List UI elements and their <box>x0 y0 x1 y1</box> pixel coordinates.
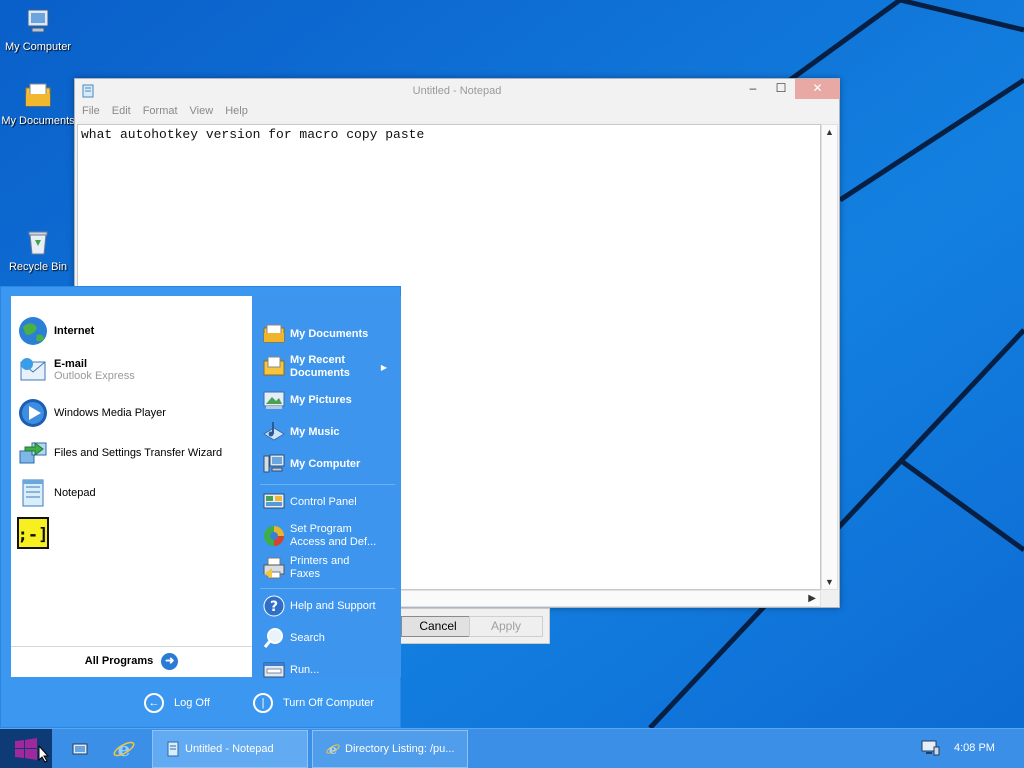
places-separator <box>260 484 395 485</box>
desktop-icon-my-documents[interactable]: My Documents <box>0 80 76 127</box>
media-player-icon <box>19 399 47 427</box>
email-icon <box>20 358 46 381</box>
start-menu-places-pane: My Documents My Recent Documents ▶ My Pi… <box>252 296 401 678</box>
search-icon <box>263 628 283 648</box>
notepad-title-bar[interactable]: Untitled - Notepad – ☐ ✕ <box>75 79 840 103</box>
scroll-down-icon[interactable]: ▼ <box>825 577 834 587</box>
help-icon: ? <box>263 595 285 617</box>
cancel-button[interactable]: Cancel <box>401 616 475 637</box>
start-item-internet[interactable]: Internet <box>17 314 247 348</box>
my-documents-icon <box>263 324 285 343</box>
svg-text:e: e <box>118 737 131 761</box>
internet-globe-icon <box>19 317 47 345</box>
svg-text:?: ? <box>270 599 278 615</box>
start-right-my-computer[interactable]: My Computer <box>262 450 397 478</box>
start-menu-footer: ← Log Off | Turn Off Computer <box>1 679 402 727</box>
notepad-menu-bar: File Edit Format View Help <box>75 103 839 121</box>
my-music-icon <box>263 422 285 441</box>
start-right-printers-faxes[interactable]: Printers and Faxes <box>262 553 397 583</box>
windows-logo-icon <box>15 738 37 760</box>
start-right-recent-documents[interactable]: My Recent Documents ▶ <box>262 352 397 382</box>
log-off-icon: ← <box>144 693 164 713</box>
apply-button[interactable]: Apply <box>469 616 543 637</box>
start-right-control-panel[interactable]: Control Panel <box>262 488 397 516</box>
my-pictures-icon <box>263 391 285 409</box>
vertical-scrollbar[interactable]: ▲ ▼ <box>821 124 838 590</box>
start-menu-programs-pane: Internet E-mail Outlook Express Windows … <box>11 296 252 677</box>
start-right-set-program-access[interactable]: Set Program Access and Def... <box>262 521 397 551</box>
transfer-wizard-icon <box>19 442 47 464</box>
notepad-title: Untitled - Notepad <box>412 85 502 97</box>
log-off-button[interactable]: ← Log Off <box>144 693 210 713</box>
system-clock[interactable]: 4:08 PM <box>954 742 995 754</box>
close-button[interactable]: ✕ <box>795 79 840 99</box>
svg-text:;-]: ;-] <box>18 525 49 545</box>
notepad-icon <box>22 479 44 507</box>
start-right-my-documents[interactable]: My Documents <box>262 320 397 348</box>
internet-explorer-icon: e <box>326 743 340 757</box>
recent-documents-icon <box>263 356 285 376</box>
start-item-transfer-wizard[interactable]: Files and Settings Transfer Wizard <box>17 436 247 470</box>
taskbar-item-notepad[interactable]: Untitled - Notepad <box>152 730 308 768</box>
menu-view[interactable]: View <box>185 103 221 121</box>
desktop-icon-recycle-bin[interactable]: Recycle Bin <box>0 226 76 273</box>
menu-format[interactable]: Format <box>138 103 185 121</box>
power-icon: | <box>253 693 273 713</box>
taskbar: e Untitled - Notepad e Directory Listing… <box>0 728 1024 768</box>
start-menu: Internet E-mail Outlook Express Windows … <box>0 286 401 728</box>
start-right-search[interactable]: Search <box>262 624 397 652</box>
internet-explorer-icon[interactable]: e <box>110 735 138 763</box>
notepad-icon <box>167 741 179 757</box>
desktop-icon-my-computer[interactable]: My Computer <box>0 6 76 53</box>
start-item-autohotkey[interactable]: ;-] <box>17 516 247 550</box>
my-computer-icon <box>27 9 49 33</box>
menu-edit[interactable]: Edit <box>107 103 138 121</box>
menu-file[interactable]: File <box>77 103 107 121</box>
scroll-right-icon[interactable]: ▶ <box>808 593 816 604</box>
start-item-media-player[interactable]: Windows Media Player <box>17 396 247 430</box>
start-right-help-support[interactable]: ? Help and Support <box>262 592 397 620</box>
start-item-notepad[interactable]: Notepad <box>17 476 247 510</box>
network-icon[interactable] <box>920 739 940 757</box>
menu-help[interactable]: Help <box>220 103 255 121</box>
maximize-button[interactable]: ☐ <box>767 79 795 99</box>
turn-off-button[interactable]: | Turn Off Computer <box>253 693 374 713</box>
minimize-button[interactable]: – <box>739 79 767 99</box>
start-right-my-music[interactable]: My Music <box>262 418 397 446</box>
my-computer-icon <box>263 454 285 473</box>
tools-separator <box>260 588 395 589</box>
control-panel-icon <box>263 493 285 509</box>
mouse-cursor-icon <box>38 745 50 763</box>
scroll-up-icon[interactable]: ▲ <box>825 127 834 137</box>
all-programs-button[interactable]: All Programs ➜ <box>11 646 252 676</box>
set-program-access-icon <box>264 526 284 546</box>
taskbar-item-directory-listing[interactable]: e Directory Listing: /pu... <box>312 730 468 768</box>
arrow-right-icon: ➜ <box>161 652 179 670</box>
start-right-my-pictures[interactable]: My Pictures <box>262 386 397 414</box>
printers-icon <box>263 557 285 579</box>
start-item-email[interactable]: E-mail Outlook Express <box>17 353 247 387</box>
autohotkey-smiley-icon: ;-] <box>17 517 49 549</box>
show-desktop-icon[interactable] <box>66 735 94 763</box>
my-documents-icon <box>25 83 51 107</box>
background-dialog: Cancel Apply <box>390 608 550 644</box>
resize-grip[interactable] <box>821 590 838 607</box>
recycle-bin-icon <box>28 231 48 255</box>
submenu-arrow-icon: ▶ <box>380 362 387 372</box>
